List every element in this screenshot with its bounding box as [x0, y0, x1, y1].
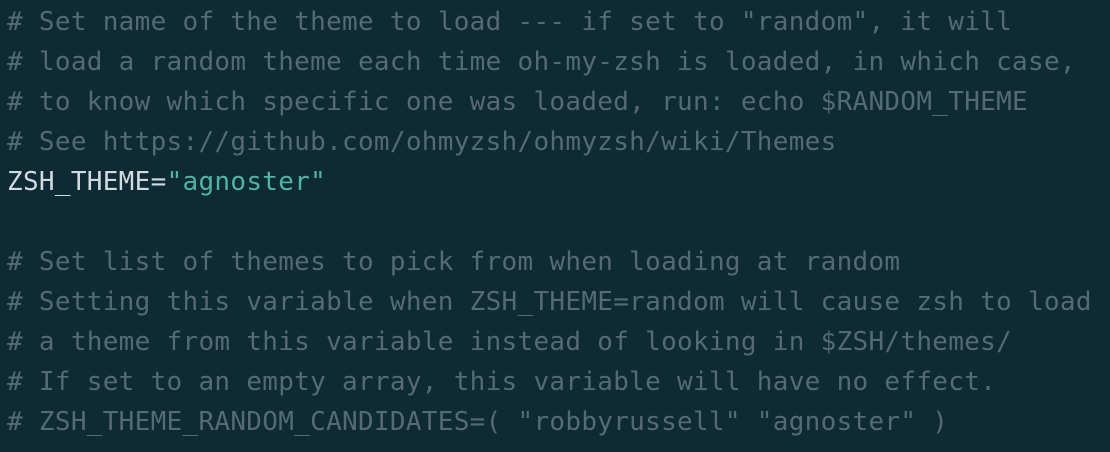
comment-line: # Setting this variable when ZSH_THEME=r…: [7, 287, 1092, 317]
zsh-theme-assignment-line: ZSH_THEME="agnoster": [7, 162, 326, 202]
comment-line: # See https://github.com/ohmyzsh/ohmyzsh…: [7, 127, 837, 157]
comment-line: # load a random theme each time oh-my-zs…: [7, 47, 1076, 77]
comment-line: # Set name of the theme to load --- if s…: [7, 7, 1013, 37]
comment-line: # a theme from this variable instead of …: [7, 327, 1013, 357]
assignment-operator: =: [150, 167, 167, 197]
comment-line: # ZSH_THEME_RANDOM_CANDIDATES=( "robbyru…: [7, 407, 949, 437]
variable-name: ZSH_THEME: [7, 167, 151, 197]
comment-line: # Set list of themes to pick from when l…: [7, 247, 901, 277]
comment-line: # to know which specific one was loaded,…: [7, 87, 1029, 117]
code-editor[interactable]: # Set name of the theme to load --- if s…: [0, 0, 1110, 452]
string-value: "agnoster": [166, 167, 327, 197]
comment-line: # If set to an empty array, this variabl…: [7, 367, 997, 397]
